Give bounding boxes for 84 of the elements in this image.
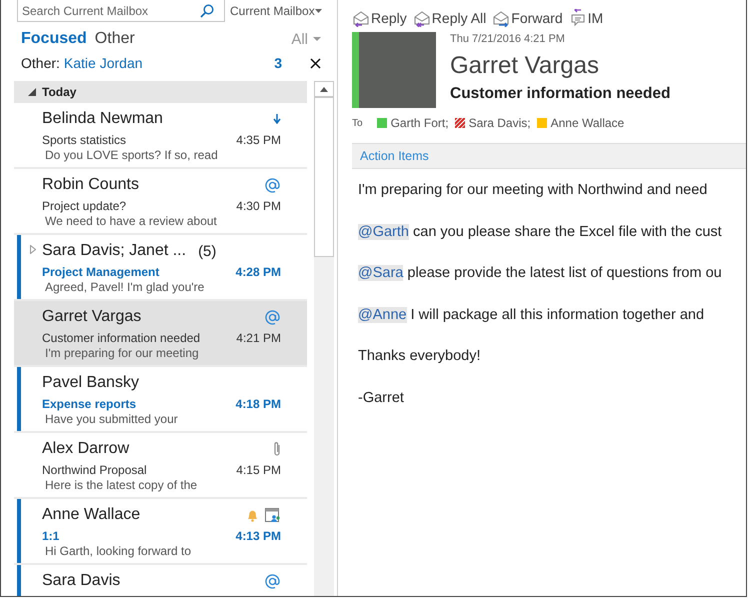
message-item[interactable]: Sara Davis [14,565,307,596]
body-paragraph: @Sara please provide the latest list of questions from ou [358,264,723,282]
forward-icon [492,9,510,27]
reply-all-icon [412,9,431,27]
down-arrow-icon [273,114,281,124]
other-label: Other: [21,55,60,71]
time-text: 4:15 PM [236,462,281,476]
body-paragraph: Thanks everybody! [358,347,482,365]
scroll-up-icon[interactable] [320,86,328,92]
time-text: 4:18 PM [236,396,281,410]
preview-text: Agreed, Pavel! I'm glad you're [44,280,206,294]
sender-name: Anne Wallace [42,506,140,524]
sender-name: Alex Darrow [42,440,130,458]
message-item[interactable]: Garret Vargas Customer information needed 4:21 PM I'm preparing for our meeting [14,301,307,367]
sender-name: Sara Davis [42,572,120,590]
sender-name: Belinda Newman [42,110,163,128]
group-header[interactable]: Today [14,81,307,103]
at-sign-icon [264,176,281,194]
calendar-people-icon [265,507,281,523]
body-paragraph: @Anne I will package all this information together and [358,306,706,324]
preview-text: Hi Garth, looking forward to [44,544,192,558]
at-sign-icon [264,572,281,590]
mention-link[interactable]: @Anne [358,306,407,322]
close-button[interactable] [310,58,321,68]
sender-link[interactable]: Katie Jordan [64,55,143,71]
thread-count: (5) [198,242,216,260]
reply-button[interactable]: Reply [352,9,407,27]
subject-text: Sports statistics [42,132,126,146]
time-text: 4:13 PM [236,528,281,542]
recipient-link[interactable]: Garth Fort; [390,116,449,130]
reply-all-button[interactable]: Reply All [412,9,486,27]
preview-text: Do you LOVE sports? If so, read [44,148,219,162]
date-text: Thu 7/21/2016 4:21 PM [450,33,566,45]
subject-text: 1:1 [42,528,60,542]
subject-text: Customer information needed [42,330,200,344]
preview-text: We need to have a review about [44,214,218,228]
sender-name: Sara Davis; Janet ... [42,242,186,260]
forward-button[interactable]: Forward [492,9,563,27]
body-paragraph: @Garth can you please share the Excel file with the cust [358,222,723,240]
inbox-tab[interactable]: Other [94,30,135,48]
subject-text: Project update? [42,198,126,212]
expand-triangle-icon[interactable] [30,245,36,254]
im-button[interactable]: IM [568,9,604,27]
at-sign-icon [264,308,281,326]
sender-name: Garret Vargas [42,308,142,326]
message-item[interactable]: Pavel Bansky Expense reports 4:18 PM Have you submitted your [14,367,307,433]
preview-text: Have you submitted your [44,412,179,426]
bell-icon [246,508,259,522]
search-icon [200,4,214,18]
search-box[interactable]: Search Current Mailbox [17,0,225,22]
sender-name: Robin Counts [42,176,139,194]
message-item[interactable]: Alex Darrow Northwind Proposal 4:15 PM Here is the latest copy of the [14,433,307,499]
mention-link[interactable]: @Garth [358,224,409,240]
close-icon [310,58,321,68]
subject-text: Expense reports [42,396,136,410]
unread-count: 3 [274,55,282,71]
scrollbar[interactable] [314,81,334,596]
preview-text: I'm preparing for our meeting [44,346,200,360]
message-item[interactable]: Robin Counts Project update? 4:30 PM We need to have a review about [14,169,307,235]
body-paragraph: I'm preparing for our meeting with Northwind and need [358,181,708,199]
sender-name: Pavel Bansky [42,374,139,392]
subject-heading: Customer information needed [450,85,670,103]
preview-text: Here is the latest copy of the [44,478,198,492]
chat-bubble-icon [568,9,587,27]
time-text: 4:35 PM [236,132,281,146]
body-paragraph: -Garret [358,388,405,406]
time-text: 4:30 PM [236,198,281,212]
subject-text: Project Management [42,264,160,278]
time-text: 4:28 PM [236,264,281,278]
recipient-link[interactable]: Anne Wallace [550,116,624,130]
reply-icon [352,9,370,27]
scroll-thumb[interactable] [314,97,334,257]
subject-text: Northwind Proposal [42,462,147,476]
mention-link[interactable]: @Sara [358,265,404,281]
sender-heading: Garret Vargas [450,52,600,80]
message-item[interactable]: Belinda Newman Sports statistics 4:35 PM Do you LOVE sports? If so, read [14,103,307,169]
recipient-link[interactable]: Sara Davis; [468,116,531,130]
message-item[interactable]: Anne Wallace 1:1 4:13 PM Hi Garth, looking forward to [14,499,307,565]
caret-icon [313,37,321,41]
inbox-tab[interactable]: Focused [21,30,87,48]
to-label: To [352,118,363,128]
paperclip-icon [273,441,281,457]
caret-icon [315,9,322,13]
time-text: 4:21 PM [236,330,281,344]
